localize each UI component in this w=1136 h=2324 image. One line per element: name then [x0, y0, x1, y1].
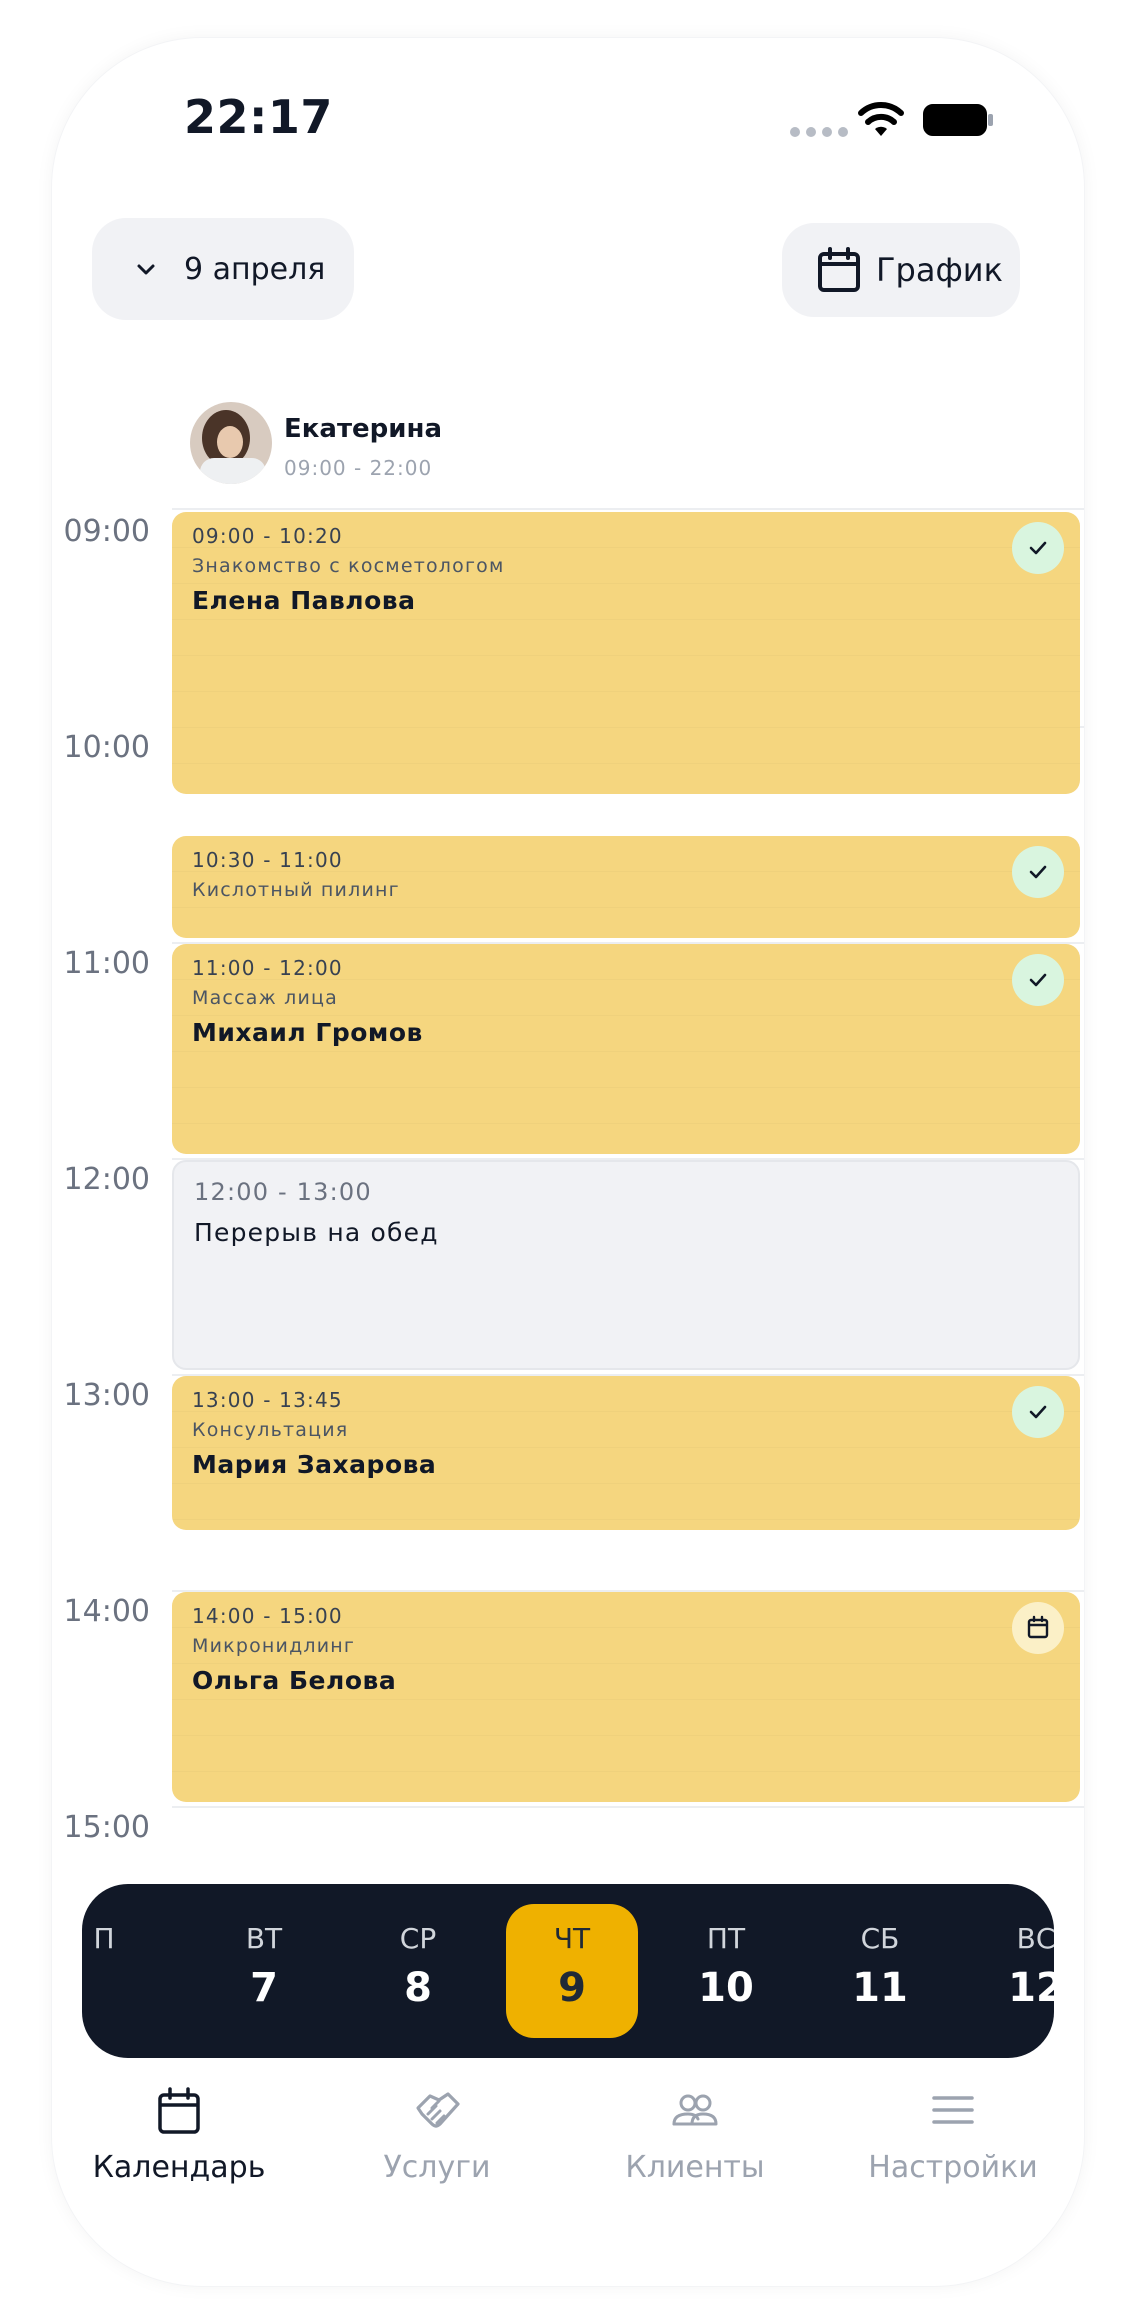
day-of-week: СБ — [860, 1922, 900, 1955]
date-label: 9 апреля — [184, 251, 326, 287]
day-of-week: П — [93, 1922, 115, 1955]
hour-label: 12:00 — [63, 1162, 150, 1197]
tab-label: Клиенты — [625, 2150, 765, 2185]
appointment-card[interactable]: 11:00 - 12:00 Массаж лица Михаил Громов — [172, 944, 1080, 1154]
tab-label: Календарь — [92, 2150, 266, 2185]
appointment-service: Массаж лица — [192, 987, 338, 1009]
check-icon — [1012, 522, 1064, 574]
break-time: 12:00 - 13:00 — [194, 1178, 372, 1206]
hour-label: 09:00 — [63, 514, 150, 549]
day-sat[interactable]: СБ 11 — [814, 1904, 946, 2038]
calendar-status-icon — [1012, 1602, 1064, 1654]
day-of-week: СР — [399, 1922, 437, 1955]
avatar[interactable] — [190, 402, 272, 484]
signal-icon — [790, 127, 848, 137]
handshake-icon — [416, 2092, 460, 2128]
day-sun[interactable]: ВС 12 — [970, 1904, 1054, 2038]
calendar-icon — [818, 247, 860, 292]
battery-icon — [923, 104, 993, 136]
hour-label: 10:00 — [63, 730, 150, 765]
appointment-service: Микронидлинг — [192, 1635, 356, 1657]
tab-calendar[interactable]: Календарь — [54, 2086, 304, 2185]
week-strip[interactable]: П ВТ 7 СР 8 ЧТ 9 ПТ 10 СБ 11 ВС 12 — [82, 1884, 1054, 2058]
day-of-week: ЧТ — [553, 1922, 591, 1955]
appointment-time: 09:00 - 10:20 — [192, 524, 343, 548]
appointment-card[interactable]: 09:00 - 10:20 Знакомство с косметологом … — [172, 512, 1080, 794]
day-wed[interactable]: СР 8 — [352, 1904, 484, 2038]
appointment-card[interactable]: 13:00 - 13:45 Консультация Мария Захаров… — [172, 1376, 1080, 1530]
day-mon[interactable]: П — [82, 1904, 170, 2038]
date-picker-button[interactable]: 9 апреля — [92, 218, 354, 320]
appointment-service: Знакомство с косметологом — [192, 555, 505, 577]
hour-line — [172, 1806, 1084, 1808]
appointment-client: Елена Павлова — [192, 586, 416, 615]
appointment-client: Мария Захарова — [192, 1450, 437, 1479]
check-icon — [1012, 1386, 1064, 1438]
day-thu-selected[interactable]: ЧТ 9 — [506, 1904, 638, 2038]
check-icon — [1012, 846, 1064, 898]
hour-label: 15:00 — [63, 1810, 150, 1845]
appointment-time: 14:00 - 15:00 — [192, 1604, 343, 1628]
appointment-card[interactable]: 10:30 - 11:00 Кислотный пилинг — [172, 836, 1080, 938]
appointment-client: Ольга Белова — [192, 1666, 397, 1695]
status-time: 22:17 — [184, 90, 333, 144]
day-number: 10 — [698, 1965, 754, 2011]
break-block[interactable]: 12:00 - 13:00 Перерыв на обед — [172, 1160, 1080, 1370]
break-title: Перерыв на обед — [194, 1218, 439, 1247]
appointment-time: 13:00 - 13:45 — [192, 1388, 343, 1412]
tab-services[interactable]: Услуги — [312, 2086, 562, 2185]
appointment-client: Михаил Громов — [192, 1018, 423, 1047]
tab-label: Услуги — [383, 2150, 491, 2185]
hour-label: 13:00 — [63, 1378, 150, 1413]
users-icon — [672, 2094, 718, 2126]
appointment-time: 11:00 - 12:00 — [192, 956, 343, 980]
appointment-card[interactable]: 14:00 - 15:00 Микронидлинг Ольга Белова — [172, 1592, 1080, 1802]
day-of-week: ВТ — [245, 1922, 283, 1955]
day-number: 12 — [1008, 1965, 1054, 2011]
day-fri[interactable]: ПТ 10 — [660, 1904, 792, 2038]
check-icon — [1012, 954, 1064, 1006]
day-tue[interactable]: ВТ 7 — [198, 1904, 330, 2038]
tab-label: Настройки — [868, 2150, 1038, 2185]
day-number: 7 — [250, 1965, 278, 2011]
day-of-week: ПТ — [706, 1922, 746, 1955]
hour-label: 11:00 — [63, 946, 150, 981]
tab-settings[interactable]: Настройки — [828, 2086, 1078, 2185]
hour-label: 14:00 — [63, 1594, 150, 1629]
appointment-time: 10:30 - 11:00 — [192, 848, 343, 872]
schedule-button[interactable]: График — [782, 223, 1020, 317]
tab-clients[interactable]: Клиенты — [570, 2086, 820, 2185]
menu-icon — [932, 2096, 974, 2124]
day-of-week: ВС — [1016, 1922, 1054, 1955]
staff-hours: 09:00 - 22:00 — [284, 456, 433, 480]
day-number: 8 — [404, 1965, 432, 2011]
schedule-label: График — [876, 251, 1003, 289]
appointment-service: Консультация — [192, 1419, 349, 1441]
hour-line — [172, 508, 1084, 510]
day-number: 9 — [558, 1965, 586, 2011]
staff-name: Екатерина — [284, 414, 442, 444]
wifi-icon — [858, 102, 904, 136]
calendar-icon — [158, 2087, 200, 2134]
day-number: 11 — [852, 1965, 908, 2011]
chevron-down-icon — [137, 264, 155, 275]
appointment-service: Кислотный пилинг — [192, 879, 400, 901]
